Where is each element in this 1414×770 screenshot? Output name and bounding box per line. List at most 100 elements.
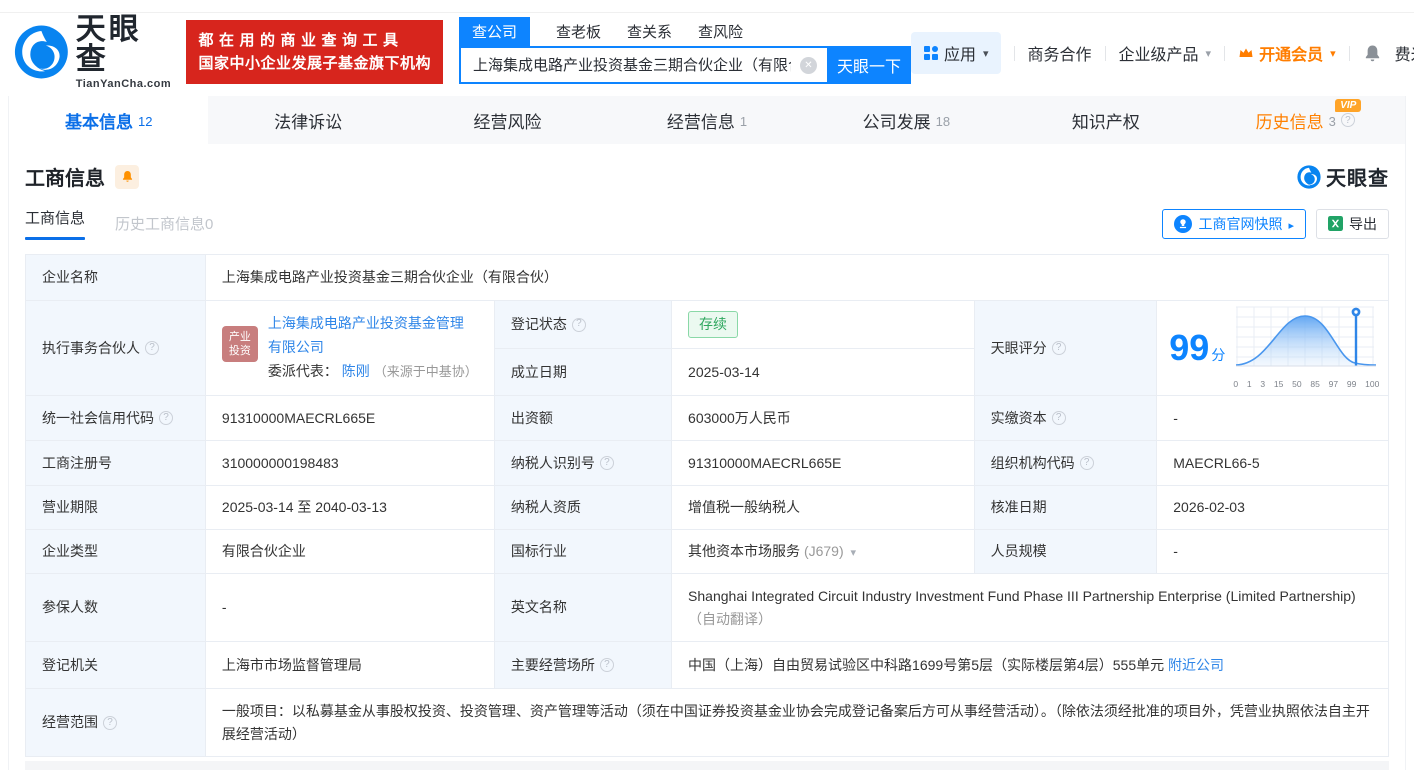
tab-operation-info[interactable]: 经营信息 1	[607, 96, 806, 144]
field-value-insured-count: -	[205, 574, 494, 642]
tab-basic-info[interactable]: 基本信息 12	[9, 96, 208, 144]
table-row: 执行事务合伙人 产业 投资 上海集成电路产业投资基金管理有限公司 委派代表： 陈…	[26, 301, 1389, 349]
tianyancha-watermark-icon	[1297, 165, 1321, 189]
tab-company-development[interactable]: 公司发展 18	[807, 96, 1006, 144]
field-value-staff-size: -	[1157, 530, 1389, 574]
status-badge: 存续	[688, 311, 738, 338]
nav-separator	[1224, 46, 1225, 61]
nav-cooperation-label: 商务合作	[1028, 41, 1092, 65]
help-icon[interactable]	[159, 411, 173, 425]
tab-history-info[interactable]: 历史信息 3 VIP	[1206, 96, 1405, 144]
promo-line1: 都在用的商业查询工具	[198, 29, 431, 52]
nearby-companies-link[interactable]: 附近公司	[1168, 657, 1224, 673]
field-value-capital: 603000万人民币	[672, 396, 975, 441]
field-label-capital: 出资额	[494, 396, 671, 441]
logo-domain: TianYanCha.com	[76, 79, 173, 90]
field-value-taxpayer-quality: 增值税一般纳税人	[672, 486, 975, 530]
tab-legal-litigation[interactable]: 法律诉讼	[208, 96, 407, 144]
field-value-reg-status: 存续	[672, 301, 975, 349]
promo-line2: 国家中小企业发展子基金旗下机构	[198, 52, 431, 75]
field-value-credit-code: 91310000MAECRL665E	[205, 396, 494, 441]
score-axis-labels: 01 315 5085 9799 100	[1231, 377, 1381, 391]
field-label-business-scope: 经营范围	[26, 689, 206, 757]
chevron-right-icon	[1288, 216, 1294, 232]
notification-bell-icon[interactable]	[1363, 44, 1382, 63]
help-icon[interactable]	[600, 658, 614, 672]
export-button[interactable]: 导出	[1316, 209, 1389, 239]
tab-count: 3	[1329, 114, 1336, 129]
representative-label: 委派代表：	[268, 363, 338, 379]
help-icon[interactable]	[572, 318, 586, 332]
nav-user[interactable]: 费米	[1395, 41, 1414, 65]
table-row: 营业期限 2025-03-14 至 2040-03-13 纳税人资质 增值税一般…	[26, 486, 1389, 530]
tianyancha-logo[interactable]: 天眼查 TianYanCha.com	[14, 15, 172, 90]
search-tab-company[interactable]: 查公司	[459, 17, 530, 46]
field-value-company-name: 上海集成电路产业投资基金三期合伙企业（有限合伙）	[205, 255, 1388, 301]
tianyancha-watermark-logo: 天眼查	[1297, 162, 1389, 191]
clear-search-icon[interactable]	[800, 57, 817, 74]
field-value-approval-date: 2026-02-03	[1157, 486, 1389, 530]
official-snapshot-button[interactable]: 工商官网快照	[1162, 209, 1306, 239]
field-label-establish-date: 成立日期	[494, 349, 671, 396]
field-label-reg-number: 工商注册号	[26, 441, 206, 486]
nav-enterprise-products[interactable]: 企业级产品	[1119, 41, 1212, 65]
chevron-down-icon[interactable]	[848, 543, 857, 559]
auto-translate-note: （自动翻译）	[688, 611, 772, 627]
nav-open-vip[interactable]: 开通会员	[1238, 41, 1336, 65]
top-navigation: 应用 商务合作 企业级产品 开通会员 费米	[911, 32, 1414, 74]
tab-label: 法律诉讼	[274, 108, 342, 133]
help-icon[interactable]	[1080, 456, 1094, 470]
search-button[interactable]: 天眼一下	[827, 46, 911, 84]
partner-company-link[interactable]: 上海集成电路产业投资基金管理有限公司	[268, 315, 464, 355]
representative-source: （来源于中基协）	[374, 364, 478, 379]
industry-investment-badge: 产业 投资	[222, 326, 258, 362]
search-input[interactable]	[459, 46, 827, 84]
subtab-history-business-info[interactable]: 历史工商信息0	[115, 213, 213, 234]
tab-label: 公司发展	[863, 108, 931, 133]
subtab-business-info[interactable]: 工商信息	[25, 207, 85, 240]
export-button-label: 导出	[1349, 214, 1377, 234]
help-icon[interactable]	[1341, 113, 1355, 127]
nav-open-vip-label: 开通会员	[1259, 41, 1323, 65]
field-value-tianyan-score: 99分	[1157, 301, 1389, 396]
field-label-executive-partner: 执行事务合伙人	[26, 301, 206, 396]
top-header: 天眼查 TianYanCha.com 都在用的商业查询工具 国家中小企业发展子基…	[0, 0, 1414, 96]
field-label-registration-authority: 登记机关	[26, 642, 206, 689]
watermark-text: 天眼查	[1326, 162, 1389, 191]
nav-separator	[1014, 46, 1015, 61]
field-value-taxpayer-id: 91310000MAECRL665E	[672, 441, 975, 486]
representative-link[interactable]: 陈刚	[342, 363, 370, 379]
field-label-tianyan-score: 天眼评分	[974, 301, 1157, 396]
table-row: 企业类型 有限合伙企业 国标行业 其他资本市场服务 (J679) 人员规模 -	[26, 530, 1389, 574]
tab-count: 18	[936, 114, 950, 129]
nav-cooperation[interactable]: 商务合作	[1028, 41, 1092, 65]
nav-enterprise-label: 企业级产品	[1119, 41, 1199, 65]
industry-code: (J679)	[804, 543, 844, 559]
field-label-company-name: 企业名称	[26, 255, 206, 301]
nav-apps[interactable]: 应用	[911, 32, 1001, 74]
help-icon[interactable]	[600, 456, 614, 470]
table-row: 经营范围 一般项目：以私募基金从事股权投资、投资管理、资产管理等活动（须在中国证…	[26, 689, 1389, 757]
field-label-paid-capital: 实缴资本	[974, 396, 1157, 441]
tab-operation-risk[interactable]: 经营风险	[408, 96, 607, 144]
search-tab-boss[interactable]: 查老板	[556, 17, 601, 46]
monitor-bell-icon[interactable]	[115, 165, 139, 189]
search-tab-risk[interactable]: 查风险	[698, 17, 743, 46]
field-label-staff-size: 人员规模	[974, 530, 1157, 574]
tab-count: 12	[138, 114, 152, 129]
tab-label: 知识产权	[1072, 108, 1140, 133]
basic-info-content: 工商信息 天眼查 工商信息	[9, 162, 1405, 770]
help-icon[interactable]	[103, 716, 117, 730]
help-icon[interactable]	[145, 341, 159, 355]
field-label-insured-count: 参保人数	[26, 574, 206, 642]
search-tab-relation[interactable]: 查关系	[627, 17, 672, 46]
field-label-industry: 国标行业	[494, 530, 671, 574]
help-icon[interactable]	[1052, 341, 1066, 355]
stamp-icon	[1174, 215, 1192, 233]
company-tabs: 基本信息 12 法律诉讼 经营风险 经营信息 1 公司发展 18 知识产权 历史…	[9, 96, 1405, 144]
field-label-approval-date: 核准日期	[974, 486, 1157, 530]
tab-intellectual-property[interactable]: 知识产权	[1006, 96, 1205, 144]
field-label-english-name: 英文名称	[494, 574, 671, 642]
snapshot-button-label: 工商官网快照	[1198, 214, 1282, 234]
help-icon[interactable]	[1052, 411, 1066, 425]
